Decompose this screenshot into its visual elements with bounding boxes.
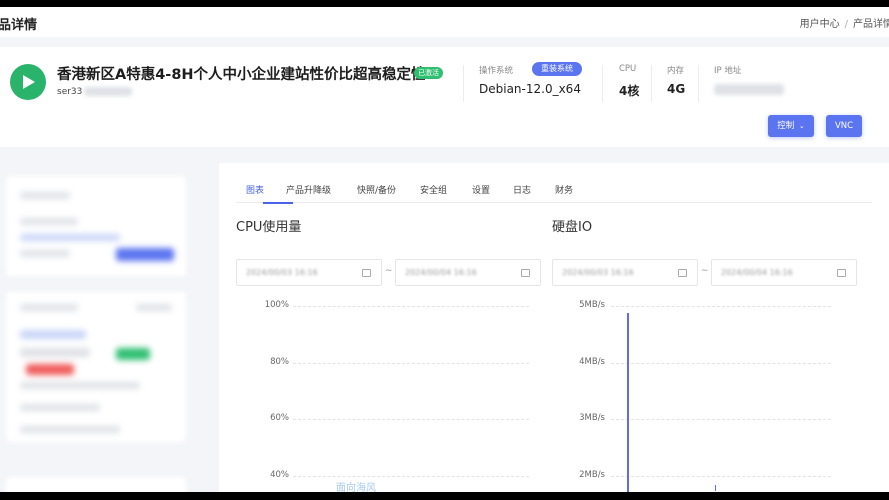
control-button[interactable]: 控制 ⌄ xyxy=(768,115,814,137)
cpu-value: 4核 xyxy=(619,84,640,98)
calendar-icon xyxy=(837,269,846,277)
cpu-start-date-input[interactable]: 2024/00/03 16:16 xyxy=(236,259,382,286)
cpu-grid-line xyxy=(293,306,529,307)
memory-value: 4G xyxy=(667,82,686,96)
info-card xyxy=(6,176,186,276)
hostname-redacted xyxy=(84,87,133,96)
breadcrumb: 用户中心 / 产品详情 xyxy=(800,15,889,30)
cpu-grid-line xyxy=(293,419,529,420)
product-detail-page: 品详情 用户中心 / 产品详情 香港新区A特惠4-8H个人中小企业建站性价比超高稳定… xyxy=(0,7,889,492)
spec-divider xyxy=(602,65,603,102)
breadcrumb-separator: / xyxy=(844,19,848,30)
tab-logs[interactable]: 日志 xyxy=(513,183,531,196)
active-tab-indicator xyxy=(263,202,293,204)
hostname-text: ser33 xyxy=(57,87,83,97)
cpu-y-tick: 40% xyxy=(270,470,289,480)
tab-security-group[interactable]: 安全组 xyxy=(420,183,447,196)
tab-bar: 图表 产品升降级 快照/备份 安全组 设置 日志 财务 xyxy=(236,163,872,204)
disk-grid-line xyxy=(611,363,831,364)
date-value-redacted: 2024/00/04 16:16 xyxy=(405,268,477,277)
disk-io-chart-title: 硬盘IO xyxy=(552,220,593,235)
cpu-y-tick: 80% xyxy=(270,357,289,367)
memory-label: 内存 xyxy=(667,66,685,76)
product-name: 香港新区A特惠4-8H个人中小企业建站性价比超高稳定性 xyxy=(57,67,426,83)
cpu-y-tick: 60% xyxy=(270,413,289,423)
calendar-icon xyxy=(362,269,371,277)
disk-grid-line xyxy=(611,419,831,420)
spec-divider xyxy=(698,65,699,102)
disk-grid-line xyxy=(611,306,831,307)
os-label: 操作系统 xyxy=(479,66,514,76)
disk-y-tick: 3MB/s xyxy=(579,413,605,423)
disk-start-date-input[interactable]: 2024/00/03 16:16 xyxy=(552,259,698,286)
disk-end-date-input[interactable]: 2024/00/04 16:16 xyxy=(711,259,857,286)
disk-y-tick: 5MB/s xyxy=(579,300,605,310)
cpu-y-tick: 100% xyxy=(264,300,289,310)
status-badge: 已激活 xyxy=(414,67,443,79)
main-panel: 图表 产品升降级 快照/备份 安全组 设置 日志 财务 CPU使用量 2024/… xyxy=(219,163,889,492)
tab-charts[interactable]: 图表 xyxy=(246,183,264,196)
range-separator: ∼ xyxy=(385,266,393,276)
cpu-label: CPU xyxy=(619,64,637,74)
product-header-card: 香港新区A特惠4-8H个人中小企业建站性价比超高稳定性 已激活 ser33 操作… xyxy=(0,47,889,147)
date-value-redacted: 2024/00/03 16:16 xyxy=(246,268,318,277)
breadcrumb-user-center[interactable]: 用户中心 xyxy=(800,19,840,30)
running-status-icon[interactable] xyxy=(10,64,46,100)
date-value-redacted: 2024/00/04 16:16 xyxy=(721,268,793,277)
date-value-redacted: 2024/00/03 16:16 xyxy=(562,268,634,277)
info-card xyxy=(6,292,186,442)
cpu-grid-line xyxy=(293,476,529,477)
tab-upgrade[interactable]: 产品升降级 xyxy=(286,183,331,196)
tab-settings[interactable]: 设置 xyxy=(472,183,490,196)
control-button-label: 控制 xyxy=(777,121,795,131)
top-bar: 品详情 用户中心 / 产品详情 xyxy=(0,7,889,37)
disk-io-small-mark xyxy=(715,485,716,491)
disk-y-tick: 4MB/s xyxy=(579,357,605,367)
hostname: ser33 xyxy=(57,87,133,97)
disk-y-tick: 2MB/s xyxy=(579,470,605,480)
tab-snapshot-backup[interactable]: 快照/备份 xyxy=(357,183,396,196)
cpu-end-date-input[interactable]: 2024/00/04 16:16 xyxy=(395,259,541,286)
vnc-button[interactable]: VNC xyxy=(826,115,862,137)
tab-finance[interactable]: 财务 xyxy=(555,183,573,196)
reinstall-os-button[interactable]: 重装系统 xyxy=(532,62,582,76)
calendar-icon xyxy=(678,269,687,277)
disk-grid-line xyxy=(611,476,831,477)
page-title: 品详情 xyxy=(0,18,38,33)
spec-divider xyxy=(463,65,464,102)
watermark: 面向海风 xyxy=(336,483,376,492)
cpu-chart-title: CPU使用量 xyxy=(236,220,302,235)
left-info-panel-blurred xyxy=(0,152,200,492)
disk-io-spike-line xyxy=(627,313,629,492)
breadcrumb-current: 产品详情 xyxy=(853,19,889,30)
cpu-grid-line xyxy=(293,363,529,364)
chevron-down-icon: ⌄ xyxy=(798,122,805,130)
ip-address-redacted[interactable] xyxy=(714,84,784,95)
info-card xyxy=(6,477,186,492)
ip-label: IP 地址 xyxy=(714,66,742,76)
range-separator: ∼ xyxy=(701,266,709,276)
os-value: Debian-12.0_x64 xyxy=(479,82,581,96)
spec-divider xyxy=(651,65,652,102)
calendar-icon xyxy=(521,269,530,277)
